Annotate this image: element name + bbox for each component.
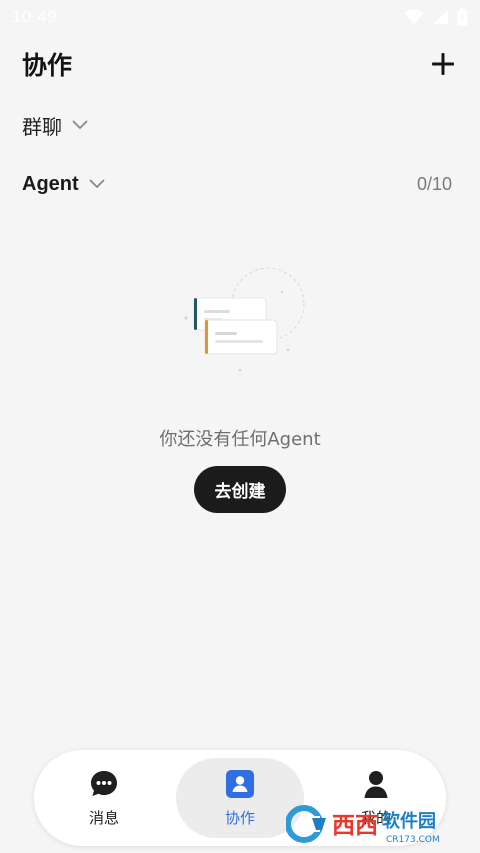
battery-icon (457, 8, 468, 26)
person-icon (364, 770, 388, 798)
chevron-down-icon (89, 179, 105, 188)
header: 协作 (22, 42, 458, 86)
watermark-text: 西西 (332, 813, 378, 839)
chevron-down-icon (72, 120, 88, 129)
status-time: 10:49 (12, 7, 58, 26)
agent-count: 0/10 (416, 173, 452, 194)
empty-state-message: 你还没有任何Agent (159, 429, 321, 450)
status-icons (404, 8, 468, 26)
create-agent-button[interactable]: 去创建 (194, 466, 286, 513)
status-bar: 10:49 (0, 0, 480, 34)
wifi-icon (404, 9, 424, 24)
plus-icon (432, 53, 454, 75)
nav-item-messages[interactable]: 消息 (40, 758, 168, 838)
agent-section: Agent 0/10 (22, 164, 452, 204)
page-title: 协作 (22, 51, 73, 80)
nav-label-messages: 消息 (88, 808, 119, 827)
agent-toggle[interactable]: Agent (22, 173, 105, 196)
add-button[interactable] (428, 49, 458, 79)
group-chat-toggle[interactable]: 群聊 (22, 111, 88, 140)
agent-label: Agent (22, 172, 79, 195)
signal-icon (433, 10, 448, 24)
watermark-text-2: 软件园 (382, 810, 436, 832)
group-chat-section: 群聊 (22, 105, 452, 145)
message-cards-illustration (184, 267, 305, 372)
group-chat-label: 群聊 (22, 114, 62, 139)
watermark-logo: 西西 软件园 CR173.COM (286, 805, 440, 845)
contact-card-icon (226, 769, 254, 798)
nav-item-collaboration[interactable]: 协作 (176, 758, 304, 838)
nav-label-collaboration: 协作 (224, 808, 255, 827)
watermark-subtext: CR173.COM (386, 835, 440, 845)
chat-bubble-icon (91, 770, 117, 796)
